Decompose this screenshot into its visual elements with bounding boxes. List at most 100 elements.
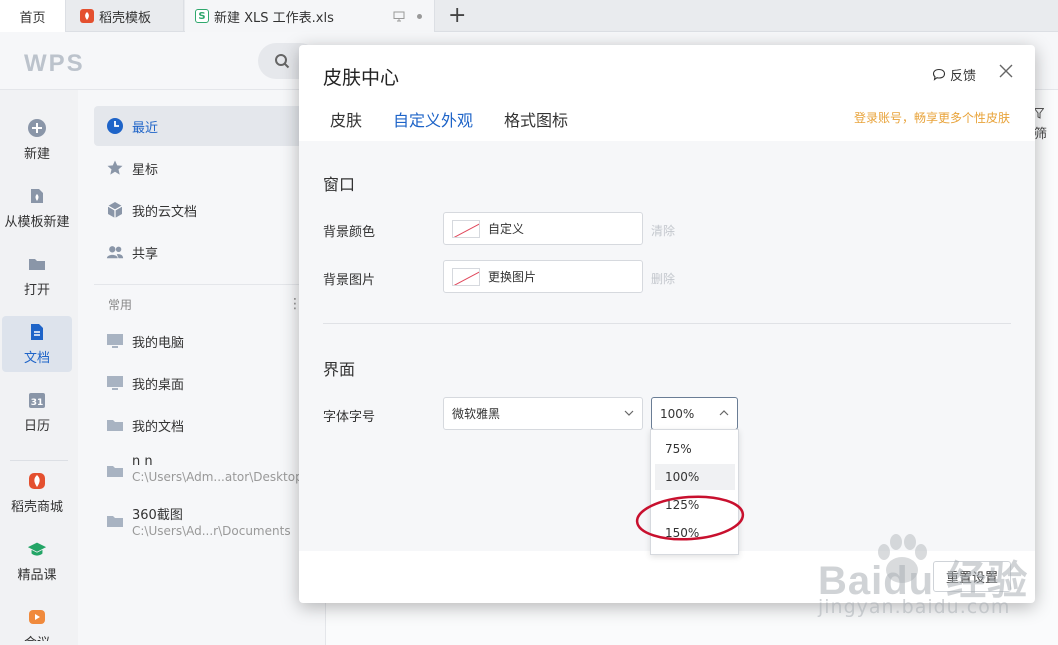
document-icon [27, 322, 47, 342]
tab-home[interactable]: 首页 [0, 0, 66, 32]
size-option-125[interactable]: 125% [655, 492, 735, 518]
nav-open-label: 打开 [23, 283, 50, 298]
folder-icon [27, 254, 47, 274]
fp-cloud-docs[interactable]: 我的云文档 [94, 190, 308, 230]
font-size-select[interactable]: 100% [651, 397, 738, 430]
fp-divider [94, 284, 308, 285]
nav-from-template-label: 从模板新建 [4, 215, 70, 230]
nav-from-template[interactable]: 从模板新建 [2, 180, 72, 236]
filter-button[interactable]: 筛 [1033, 108, 1058, 142]
wps-logo: WPS [24, 50, 85, 77]
tab-format-icons[interactable]: 格式图标 [504, 107, 568, 141]
fp-shared[interactable]: 共享 [94, 232, 308, 272]
tab-custom-appearance[interactable]: 自定义外观 [386, 107, 481, 143]
fp-shared-label: 共享 [132, 246, 159, 262]
feedback-button[interactable]: 反馈 [932, 65, 976, 84]
template-icon [27, 186, 47, 206]
font-family-value: 微软雅黑 [452, 407, 501, 421]
computer-shortcut-icon [106, 332, 124, 350]
filter-label: 筛 [1034, 127, 1048, 142]
chat-bubble-icon [932, 68, 946, 81]
nav-divider [10, 460, 68, 461]
chevron-down-icon [624, 410, 634, 416]
meeting-icon [27, 607, 47, 627]
nav-course[interactable]: 精品课 [2, 533, 72, 589]
tab-xls-file[interactable]: S 新建 XLS 工作表.xls [185, 0, 435, 32]
cloud-cube-icon [106, 201, 124, 219]
dialog-title: 皮肤中心 [323, 67, 400, 89]
nav-meeting[interactable]: 会议 [2, 601, 72, 641]
tab-bar: 首页 稻壳模板 S 新建 XLS 工作表.xls + [0, 0, 1058, 32]
search-icon [275, 54, 290, 69]
svg-text:31: 31 [31, 398, 44, 408]
bg-color-label: 背景颜色 [323, 225, 376, 240]
size-option-100[interactable]: 100% [655, 464, 735, 490]
nav-documents[interactable]: 文档 [2, 316, 72, 372]
dialog-tabs: 皮肤 自定义外观 格式图标 登录账号，畅享更多个性皮肤 [299, 105, 1035, 143]
filter-icon [1033, 108, 1045, 119]
fp-entry-label: n n [132, 454, 153, 469]
font-size-value: 100% [660, 406, 695, 421]
color-swatch-icon [452, 219, 480, 238]
monitor-icon[interactable] [393, 11, 405, 22]
reset-settings-button[interactable]: 重置设置 [933, 561, 1011, 592]
skin-center-dialog: 皮肤中心 反馈 皮肤 自定义外观 格式图标 登录账号，畅享更多个性皮肤 窗口 背… [299, 45, 1035, 603]
fp-entry-label: 360截图 [132, 508, 183, 523]
daoke-icon [27, 471, 47, 491]
left-nav: 新建 从模板新建 打开 文档 31 日历 稻壳商城 精品课 会议 [0, 90, 78, 645]
folder-shortcut-icon [106, 416, 124, 434]
fp-entry-360[interactable]: 360截图 C:\Users\Ad...r\Documents [106, 504, 326, 538]
fp-entry-label: 我的文档 [132, 420, 185, 435]
clock-icon [106, 117, 124, 135]
course-icon [27, 539, 47, 559]
file-panel: 最近 星标 我的云文档 共享 常用 ⋮ 我的电脑 我的桌面 我的文档 n n C:… [78, 90, 326, 645]
clear-bg-color-link[interactable]: 清除 [651, 222, 675, 239]
spreadsheet-icon: S [195, 9, 209, 23]
tab-template[interactable]: 稻壳模板 [66, 0, 184, 32]
fp-recent[interactable]: 最近 [94, 106, 308, 146]
nav-new[interactable]: 新建 [2, 112, 72, 168]
bg-color-field[interactable]: 自定义 [443, 212, 643, 245]
fp-starred[interactable]: 星标 [94, 148, 308, 188]
fp-entry-my-desktop[interactable]: 我的桌面 [106, 374, 326, 393]
unsaved-dot-icon [417, 13, 422, 19]
folder-shortcut-icon [106, 462, 124, 480]
size-option-75[interactable]: 75% [655, 436, 735, 462]
login-promo-link[interactable]: 登录账号，畅享更多个性皮肤 [854, 109, 1010, 126]
daoke-icon [80, 9, 94, 23]
star-icon [106, 159, 124, 177]
window-section-title: 窗口 [323, 175, 356, 194]
add-tab-button[interactable]: + [448, 3, 466, 29]
fp-entry-label: 我的电脑 [132, 336, 185, 351]
nav-daoke-store-label: 稻壳商城 [10, 500, 63, 515]
fp-starred-label: 星标 [132, 162, 159, 178]
fp-entry-my-documents[interactable]: 我的文档 [106, 416, 326, 435]
people-icon [106, 243, 124, 261]
chevron-up-icon [719, 410, 729, 416]
section-divider [323, 323, 1011, 324]
font-family-select[interactable]: 微软雅黑 [443, 397, 643, 430]
bg-image-label: 背景图片 [323, 273, 376, 288]
tab-skin[interactable]: 皮肤 [330, 107, 362, 141]
nav-calendar[interactable]: 31 日历 [2, 384, 72, 440]
close-icon[interactable] [996, 61, 1016, 81]
image-swatch-icon [452, 267, 480, 286]
font-label: 字体字号 [323, 410, 376, 425]
tab-file-label: 新建 XLS 工作表.xls [214, 10, 334, 26]
folder-shortcut-icon [106, 512, 124, 530]
nav-meeting-label: 会议 [24, 632, 50, 641]
nav-open[interactable]: 打开 [2, 248, 72, 304]
ui-section-title: 界面 [323, 360, 356, 379]
desktop-shortcut-icon [106, 374, 124, 392]
fp-entry-nn[interactable]: n n C:\Users\Adm...ator\Desktop [106, 454, 326, 484]
fp-recent-label: 最近 [132, 120, 159, 136]
nav-calendar-label: 日历 [23, 419, 50, 434]
fp-cloud-docs-label: 我的云文档 [132, 204, 198, 220]
delete-bg-image-link[interactable]: 删除 [651, 270, 675, 287]
bg-image-field[interactable]: 更换图片 [443, 260, 643, 293]
fp-entry-my-computer[interactable]: 我的电脑 [106, 332, 326, 351]
size-option-150[interactable]: 150% [655, 520, 735, 546]
font-size-dropdown: 75% 100% 125% 150% [650, 429, 739, 555]
nav-new-label: 新建 [23, 147, 50, 162]
nav-daoke-store[interactable]: 稻壳商城 [2, 465, 72, 521]
